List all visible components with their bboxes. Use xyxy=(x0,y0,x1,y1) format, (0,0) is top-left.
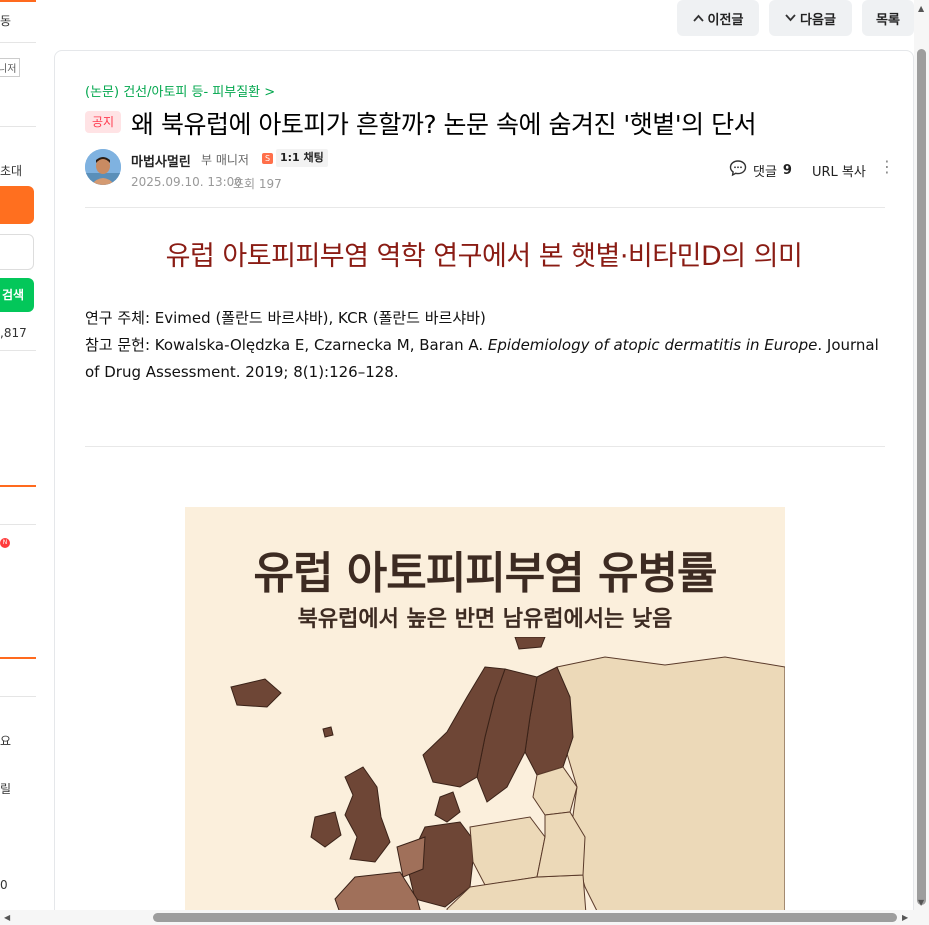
prev-post-label: 이전글 xyxy=(707,12,744,28)
sidebar-write-button[interactable] xyxy=(0,186,34,224)
map-region-uk xyxy=(344,766,391,863)
sidebar-invite-link[interactable]: 초대 xyxy=(0,162,22,179)
sidebar-menu-item[interactable]: 0 xyxy=(0,878,8,892)
list-label: 목록 xyxy=(876,12,900,28)
more-options-icon[interactable]: ⋮ xyxy=(879,157,895,177)
map-region-baltics xyxy=(532,766,578,816)
map-region-iceland xyxy=(230,678,282,708)
scroll-left-arrow-icon[interactable]: ◀ xyxy=(4,913,10,922)
author-name[interactable]: 마법사멀린 xyxy=(131,151,191,170)
scroll-right-arrow-icon[interactable]: ▶ xyxy=(902,913,908,922)
post-card: (논문) 건선/아토피 등- 피부질환 > 공지 왜 북유럽에 아토피가 흔할까… xyxy=(54,50,914,925)
sidebar-divider xyxy=(0,42,36,43)
comment-count: 9 xyxy=(782,162,792,178)
author-avatar[interactable] xyxy=(85,149,121,185)
author-role: 부 매니저 xyxy=(201,153,249,167)
chat-button[interactable]: 1:1 채팅 xyxy=(276,149,328,167)
vertical-scroll-thumb[interactable] xyxy=(917,49,926,905)
board-breadcrumb[interactable]: (논문) 건선/아토피 등- 피부질환 > xyxy=(85,81,275,100)
sidebar-menu-item[interactable]: 요 xyxy=(0,732,11,749)
sidebar-divider xyxy=(0,696,36,697)
sidebar-divider xyxy=(0,126,36,127)
map-region-faroe xyxy=(322,726,334,738)
prev-post-button[interactable]: 이전글 xyxy=(677,0,759,36)
comment-bubble-icon xyxy=(729,159,747,181)
reference-suffix: . Journal xyxy=(817,336,879,354)
notice-badge: 공지 xyxy=(85,111,121,133)
europe-map xyxy=(230,637,785,925)
map-region-poland xyxy=(469,816,546,886)
infographic-subtitle: 북유럽에서 높은 반면 남유럽에서는 낮음 xyxy=(297,607,673,632)
sidebar-search-button[interactable]: 검색 xyxy=(0,278,34,312)
view-count: 조회 197 xyxy=(233,177,282,191)
sidebar-divider xyxy=(0,350,36,351)
reference-line: 참고 문헌: Kowalska-Olędzka E, Czarnecka M, … xyxy=(85,332,879,359)
left-sidebar: 동 니저 초대 검색 ,817 N 요 릴 0 xyxy=(0,0,36,910)
manager-icon: S xyxy=(262,153,273,164)
map-region-svalbard xyxy=(514,637,546,650)
comment-label: 댓글 xyxy=(753,164,777,180)
comment-button[interactable]: 댓글 9 xyxy=(729,159,792,181)
new-badge: N xyxy=(0,538,10,548)
section-divider xyxy=(85,446,885,447)
post-date: 2025.09.10. 13:00 xyxy=(131,175,242,189)
sidebar-top-accent xyxy=(0,0,36,2)
map-region-denmark xyxy=(434,791,461,823)
map-region-ireland xyxy=(310,811,342,848)
scroll-down-arrow-icon[interactable]: ▼ xyxy=(918,898,924,907)
chevron-down-icon xyxy=(785,12,796,25)
post-title: 왜 북유럽에 아토피가 흔할까? 논문 속에 숨겨진 '햇볕'의 단서 xyxy=(131,110,757,139)
reference-prefix: 참고 문헌: Kowalska-Olędzka E, Czarnecka M, … xyxy=(85,336,488,354)
sidebar-section-accent xyxy=(0,657,36,659)
article-heading: 유럽 아토피피부염 역학 연구에서 본 햇볕·비타민D의 의미 xyxy=(165,241,803,272)
sidebar-search-input[interactable] xyxy=(0,234,34,270)
url-copy-button[interactable]: URL 복사 xyxy=(812,161,866,180)
sidebar-section-accent xyxy=(0,485,36,487)
header-divider xyxy=(85,207,885,208)
map-region-east xyxy=(556,656,785,925)
sidebar-member-count: ,817 xyxy=(0,326,27,340)
horizontal-scroll-thumb[interactable] xyxy=(153,913,897,922)
sidebar-divider xyxy=(0,524,36,525)
prevalence-infographic[interactable]: 유럽 아토피피부염 유병률 북유럽에서 높은 반면 남유럽에서는 낮음 xyxy=(185,507,785,925)
scroll-up-arrow-icon[interactable]: ▲ xyxy=(918,4,924,13)
list-button[interactable]: 목록 xyxy=(862,0,914,36)
sidebar-text: 동 xyxy=(0,14,12,28)
sidebar-role-tag: 니저 xyxy=(0,58,21,77)
infographic-title: 유럽 아토피피부염 유병률 xyxy=(253,548,718,599)
sidebar-menu-item[interactable]: 릴 xyxy=(0,780,11,797)
reference-line-2: of Drug Assessment. 2019; 8(1):126–128. xyxy=(85,363,399,381)
next-post-button[interactable]: 다음글 xyxy=(769,0,852,36)
reference-title: Epidemiology of atopic dermatitis in Eur… xyxy=(487,336,818,354)
chevron-up-icon xyxy=(692,12,704,25)
next-post-label: 다음글 xyxy=(800,12,836,28)
research-lead: 연구 주체: Evimed (폴란드 바르샤바), KCR (폴란드 바르샤바) xyxy=(85,309,486,327)
